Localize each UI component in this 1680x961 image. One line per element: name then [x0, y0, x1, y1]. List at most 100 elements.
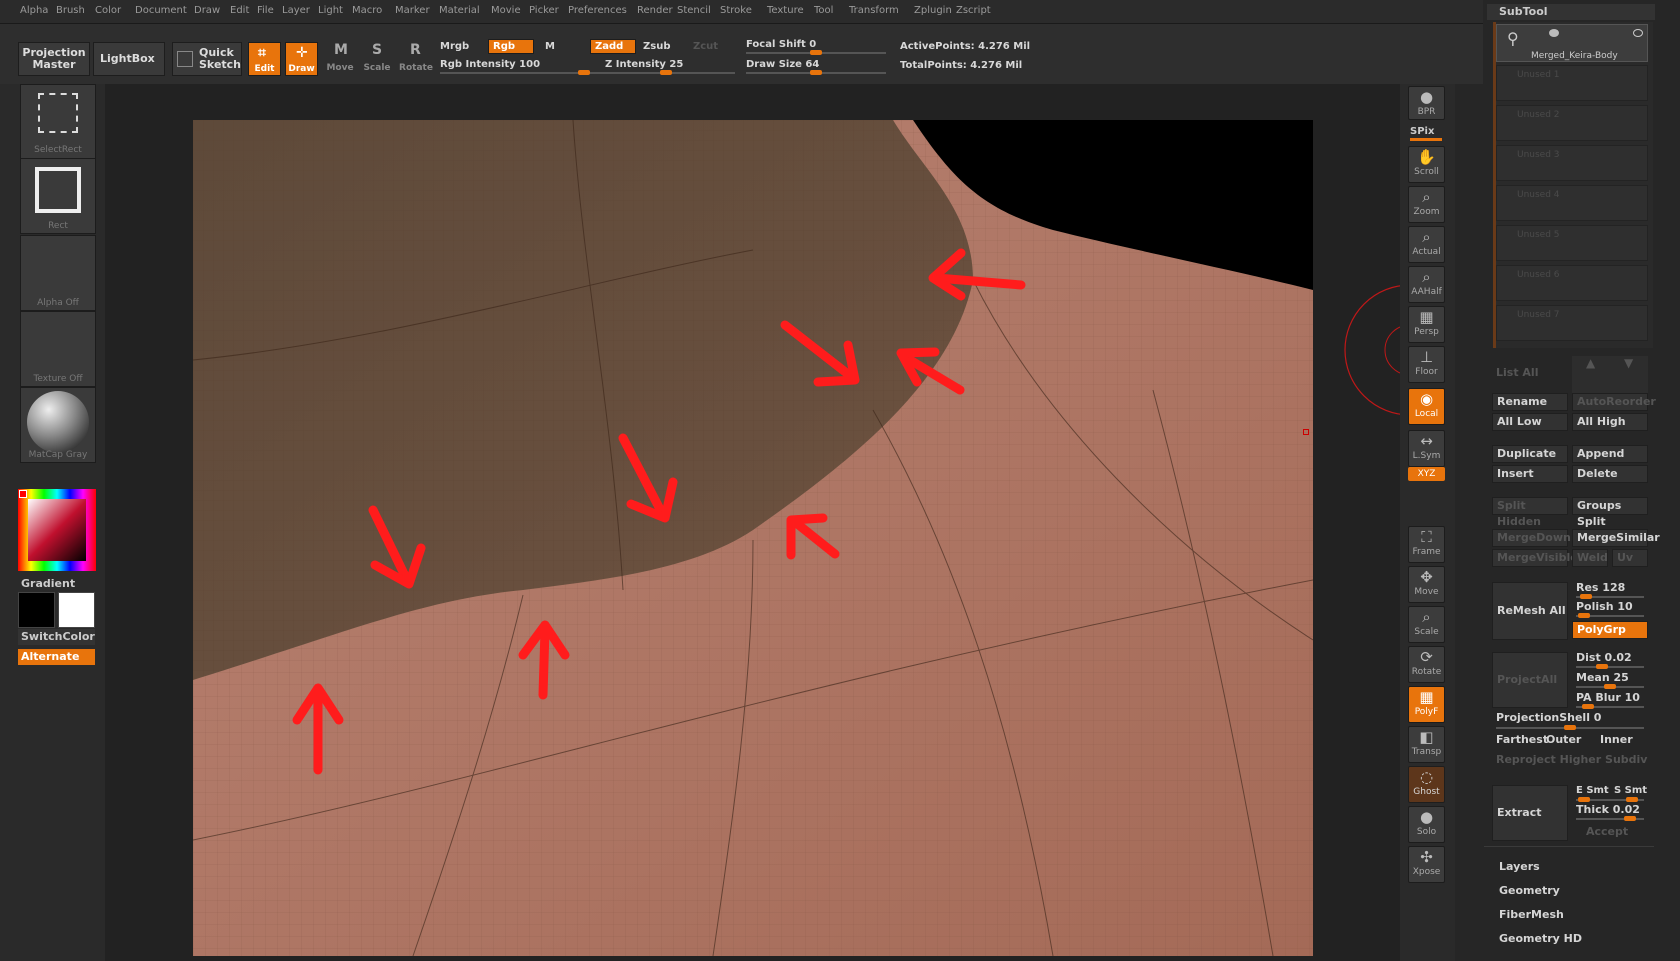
fibermesh-panel-header[interactable]: FiberMesh [1499, 908, 1564, 921]
zcut-button[interactable]: Zcut [693, 41, 718, 52]
quick-sketch-button[interactable]: Quick Sketch [172, 42, 242, 76]
merge-visible-button[interactable]: MergeVisible [1492, 549, 1578, 567]
transp-button[interactable]: ◧ Transp [1408, 726, 1445, 763]
res-track[interactable] [1576, 594, 1644, 599]
menu-item-draw[interactable]: Draw [194, 5, 220, 16]
eye-icon[interactable] [1633, 29, 1643, 37]
remesh-all-button[interactable]: ReMesh All [1492, 582, 1568, 640]
outer-button[interactable]: Outer [1542, 732, 1594, 750]
rename-button[interactable]: Rename [1492, 393, 1568, 411]
menu-item-macro[interactable]: Macro [352, 5, 382, 16]
rgb-intensity-track[interactable] [440, 70, 590, 75]
merge-down-button[interactable]: MergeDown [1492, 529, 1571, 547]
append-button[interactable]: Append [1572, 445, 1648, 463]
accept-button[interactable]: Accept [1572, 824, 1648, 842]
projection-shell-knob[interactable] [1564, 725, 1576, 730]
zadd-button[interactable]: Zadd [590, 39, 636, 54]
subtool-slot[interactable]: Unused 5 [1496, 225, 1648, 261]
reorder-arrows[interactable]: ▲ ▼ [1572, 356, 1648, 394]
menu-item-texture[interactable]: Texture [767, 5, 804, 16]
mrgb-button[interactable]: Mrgb [440, 41, 469, 52]
menu-item-preferences[interactable]: Preferences [568, 5, 627, 16]
color-picker[interactable] [18, 489, 96, 571]
rgb-button[interactable]: Rgb [488, 39, 534, 54]
local-button[interactable]: ◉ Local [1408, 388, 1445, 425]
secondary-color-swatch[interactable] [58, 592, 95, 628]
color-picker-square[interactable] [28, 499, 86, 561]
zoom-button[interactable]: ⌕ Zoom [1408, 186, 1445, 223]
menu-item-marker[interactable]: Marker [395, 5, 430, 16]
weld-button[interactable]: Weld [1572, 549, 1608, 567]
farthest-button[interactable]: Farthest [1492, 732, 1548, 750]
visibility-icon[interactable] [1549, 29, 1559, 37]
ghost-button[interactable]: ◌ Ghost [1408, 766, 1445, 803]
menu-item-material[interactable]: Material [439, 5, 480, 16]
menu-item-render[interactable]: Render [637, 5, 673, 16]
extract-button[interactable]: Extract [1492, 785, 1568, 841]
focal-shift-track[interactable] [746, 50, 886, 55]
lightbox-button[interactable]: LightBox [93, 42, 165, 76]
arrow-down-icon[interactable]: ▼ [1624, 356, 1633, 370]
z-intensity-track[interactable] [590, 70, 735, 75]
split-hidden-button[interactable]: Split Hidden [1492, 497, 1568, 528]
subtool-slot[interactable]: Unused 1 [1496, 65, 1648, 101]
menu-item-picker[interactable]: Picker [529, 5, 559, 16]
pa-blur-track[interactable] [1576, 704, 1644, 709]
draw-size-slider[interactable]: Draw Size 64 [746, 59, 819, 70]
rgb-intensity-knob[interactable] [578, 70, 590, 75]
projection-master-button[interactable]: Projection Master [18, 42, 90, 76]
arrow-up-icon[interactable]: ▲ [1586, 356, 1595, 370]
aahalf-button[interactable]: ⌕ AAHalf [1408, 266, 1445, 303]
menu-item-movie[interactable]: Movie [491, 5, 521, 16]
viewport-canvas[interactable] [193, 120, 1313, 956]
mean-track[interactable] [1576, 684, 1644, 689]
layers-panel-header[interactable]: Layers [1499, 860, 1540, 873]
focal-shift-knob[interactable] [810, 50, 822, 55]
merge-similar-button[interactable]: MergeSimilar [1572, 529, 1660, 547]
menu-item-tool[interactable]: Tool [814, 5, 833, 16]
spix-label[interactable]: SPix [1410, 126, 1434, 137]
z-intensity-slider[interactable]: Z Intensity 25 [605, 59, 683, 70]
focal-shift-slider[interactable]: Focal Shift 0 [746, 39, 816, 50]
draw-button[interactable]: ✛ Draw [285, 42, 318, 76]
polish-track[interactable] [1576, 613, 1644, 618]
menu-item-stroke[interactable]: Stroke [720, 5, 752, 16]
smooth-track[interactable] [1576, 797, 1644, 802]
solo-button[interactable]: ● Solo [1408, 806, 1445, 843]
reproject-button[interactable]: Reproject Higher Subdiv [1492, 752, 1648, 770]
lsym-button[interactable]: ↔ L.Sym [1408, 430, 1445, 467]
dist-track[interactable] [1576, 664, 1644, 669]
menu-item-zscript[interactable]: Zscript [956, 5, 991, 16]
all-high-button[interactable]: All High [1572, 413, 1648, 431]
insert-button[interactable]: Insert [1492, 465, 1568, 483]
draw-size-knob[interactable] [810, 70, 822, 75]
groups-split-button[interactable]: Groups Split [1572, 497, 1648, 528]
list-all-button[interactable]: List All [1496, 366, 1538, 379]
rotate-button[interactable]: ⟳ Rotate [1408, 646, 1445, 683]
draw-size-track[interactable] [746, 70, 886, 75]
persp-button[interactable]: ▦ Persp [1408, 306, 1445, 343]
polyf-button[interactable]: ▦ PolyF [1408, 686, 1445, 723]
menu-item-zplugin[interactable]: Zplugin [914, 5, 952, 16]
pa-blur-knob[interactable] [1582, 704, 1594, 709]
geometry-hd-panel-header[interactable]: Geometry HD [1499, 932, 1582, 945]
rgb-intensity-slider[interactable]: Rgb Intensity 100 [440, 59, 540, 70]
auto-reorder-button[interactable]: AutoReorder [1572, 393, 1656, 411]
actual-button[interactable]: ⌕ Actual [1408, 226, 1445, 263]
menu-item-stencil[interactable]: Stencil [677, 5, 711, 16]
rotate-button[interactable]: R Rotate [397, 42, 435, 76]
scroll-button[interactable]: ✋ Scroll [1408, 146, 1445, 183]
inner-button[interactable]: Inner [1596, 732, 1648, 750]
menu-item-document[interactable]: Document [135, 5, 187, 16]
alternate-button[interactable]: Alternate [18, 649, 95, 665]
main-color-swatch[interactable] [18, 592, 55, 628]
menu-item-file[interactable]: File [257, 5, 274, 16]
delete-button[interactable]: Delete [1572, 465, 1648, 483]
move-button[interactable]: ✥ Move [1408, 566, 1445, 603]
m-button[interactable]: M [545, 41, 555, 52]
frame-button[interactable]: ⛶ Frame [1408, 526, 1445, 563]
uv-button[interactable]: Uv [1612, 549, 1648, 567]
edit-button[interactable]: ⌗ Edit [248, 42, 281, 76]
bpr-button[interactable]: ● BPR [1408, 86, 1445, 120]
z-intensity-knob[interactable] [660, 70, 672, 75]
